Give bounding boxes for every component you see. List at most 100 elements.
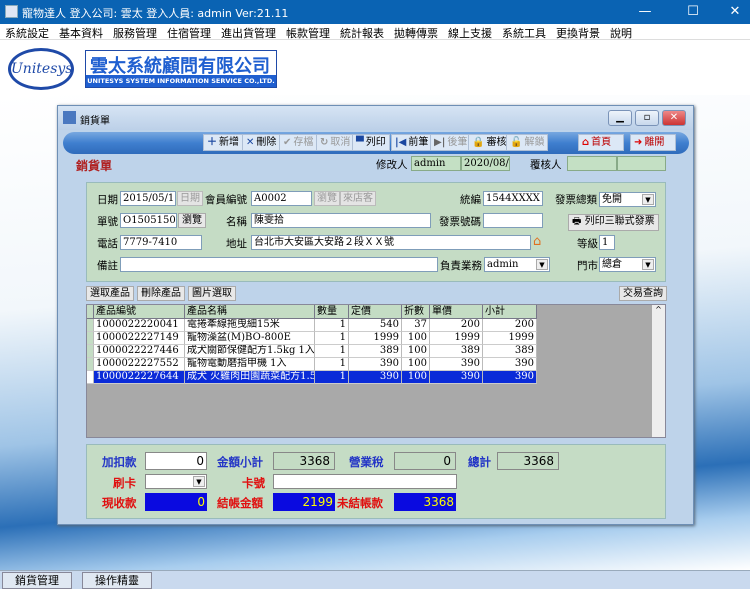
previous-button[interactable]: |◀ 前筆 — [391, 134, 433, 151]
maximize-button[interactable]: ☐ — [673, 2, 713, 22]
adjust-input[interactable]: 0 — [145, 452, 207, 470]
row-selector[interactable] — [87, 358, 94, 371]
menu-basic-data[interactable]: 基本資料 — [54, 24, 108, 41]
address-input[interactable]: 台北市大安區大安路２段ＸＸ號 — [251, 235, 531, 250]
unlock-icon: 🔓 — [510, 137, 523, 148]
menu-help[interactable]: 說明 — [605, 24, 637, 41]
company-name-en: UNITESYS SYSTEM INFORMATION SERVICE CO.,… — [86, 75, 276, 87]
note-input[interactable] — [120, 257, 438, 272]
invoice-no-label: 發票號碼 — [439, 216, 481, 228]
image-select-button[interactable]: 圖片選取 — [188, 286, 236, 301]
row-header-corner — [87, 305, 94, 319]
menu-background[interactable]: 更換背景 — [551, 24, 605, 41]
cell-quantity: 1 — [315, 345, 349, 358]
name-input[interactable]: 陳雯拾 — [251, 213, 431, 228]
tax-id-input[interactable]: 1544XXXX — [483, 191, 543, 206]
card-no-input[interactable] — [273, 474, 457, 489]
print-button[interactable]: ▀ 列印 — [352, 134, 390, 151]
column-header-product-code[interactable]: 產品編號 — [94, 305, 185, 319]
cell-line-total: 200 — [483, 319, 537, 332]
close-button[interactable]: ✕ — [715, 2, 750, 22]
home-address-icon[interactable]: ⌂ — [533, 234, 541, 249]
member-browse-button[interactable]: 瀏覽 — [314, 191, 340, 206]
cell-quantity: 1 — [315, 371, 349, 384]
save-button[interactable]: ✔ 存檔 — [279, 134, 318, 151]
home-button[interactable]: ⌂ 首頁 — [578, 134, 624, 151]
column-header-quantity[interactable]: 數量 — [315, 305, 349, 319]
window-minimize-button[interactable]: ▁ — [608, 110, 632, 126]
modifier-field: admin — [411, 156, 461, 171]
invoice-no-input[interactable] — [483, 213, 543, 228]
settled-field: 2199 — [273, 493, 335, 511]
delete-button[interactable]: ✕ 刪除 — [242, 134, 281, 151]
minimize-button[interactable]: — — [625, 2, 665, 22]
window-close-button[interactable]: ✕ — [662, 110, 686, 126]
member-input[interactable]: A0002 — [251, 191, 312, 206]
card-select[interactable]: ▼ — [145, 474, 207, 489]
column-header-list-price[interactable]: 定價 — [349, 305, 402, 319]
store-select[interactable]: 總倉 ▼ — [599, 257, 656, 272]
menu-system-settings[interactable]: 系統設定 — [0, 24, 54, 41]
level-input[interactable]: 1 — [599, 235, 615, 250]
unsettled-label: 未結帳款 — [337, 496, 383, 510]
exit-button[interactable]: ➜ 離開 — [630, 134, 676, 151]
app-icon — [5, 5, 18, 18]
received-input[interactable]: 0 — [145, 493, 207, 511]
order-no-input[interactable]: O150515001 — [120, 213, 177, 228]
sales-select[interactable]: admin ▼ — [484, 257, 550, 272]
column-header-unit-price[interactable]: 單價 — [430, 305, 483, 319]
column-header-discount[interactable]: 折數 — [402, 305, 430, 319]
adjust-label: 加扣款 — [102, 455, 137, 469]
menu-system-tools[interactable]: 系統工具 — [497, 24, 551, 41]
row-selector[interactable]: ▶ — [87, 371, 94, 384]
menu-vouchers[interactable]: 拋轉傳票 — [389, 24, 443, 41]
delete-product-button[interactable]: 刪除產品 — [137, 286, 185, 301]
row-selector[interactable] — [87, 332, 94, 345]
row-selector[interactable] — [87, 345, 94, 358]
cell-unit-price: 200 — [430, 319, 483, 332]
sales-label: 負責業務 — [440, 260, 482, 272]
date-picker-button[interactable]: 日期 — [177, 191, 203, 206]
audit-button[interactable]: 🔒 審核 — [468, 134, 511, 151]
menu-accounts[interactable]: 帳款管理 — [281, 24, 335, 41]
row-selector[interactable] — [87, 319, 94, 332]
sales-order-window: 銷貨單 ▁ ▫ ✕ ＋新增 ✕ 刪除 ✔ 存檔 ↻ 取消 ▀ 列印 |◀ 前筆 ▶| 後筆 … — [57, 105, 694, 525]
select-product-button[interactable]: 選取產品 — [86, 286, 134, 301]
column-header-line-total[interactable]: 小計 — [483, 305, 537, 319]
menu-lodging[interactable]: 住宿管理 — [162, 24, 216, 41]
walk-in-button[interactable]: 來店客 — [340, 191, 376, 206]
transaction-query-button[interactable]: 交易查詢 — [619, 286, 667, 301]
unlock-button[interactable]: 🔓 解鎖 — [506, 134, 549, 151]
menu-bar: 系統設定 基本資料 服務管理 住宿管理 進出貨管理 帳款管理 統計報表 拋轉傳票 線上支援 系統工… — [0, 24, 750, 40]
vertical-scrollbar[interactable]: ^ — [652, 305, 665, 437]
add-button[interactable]: ＋新增 — [203, 134, 243, 151]
cell-quantity: 1 — [315, 319, 349, 332]
print-triplicate-invoice-button[interactable]: 🖶 列印三聯式發票 — [568, 214, 659, 231]
cell-list-price: 390 — [349, 371, 402, 384]
card-label: 刷卡 — [113, 476, 136, 490]
menu-reports[interactable]: 統計報表 — [335, 24, 389, 41]
cell-unit-price: 390 — [430, 371, 483, 384]
cell-discount: 37 — [402, 319, 430, 332]
menu-online-support[interactable]: 線上支援 — [443, 24, 497, 41]
column-header-product-name[interactable]: 產品名稱 — [185, 305, 315, 319]
cell-product-name: 成犬關節保健配方1.5kg 1入 — [185, 345, 315, 358]
previous-icon: |◀ — [395, 137, 407, 148]
cell-list-price: 390 — [349, 358, 402, 371]
tab-sales-management[interactable]: 銷貨管理 — [2, 572, 72, 589]
toolbar: ＋新增 ✕ 刪除 ✔ 存檔 ↻ 取消 ▀ 列印 |◀ 前筆 ▶| 後筆 🔒 審核 🔓 解鎖 ⌂ 首… — [63, 132, 689, 154]
invoice-type-select[interactable]: 免開 ▼ — [599, 192, 656, 207]
date-input[interactable]: 2015/05/15 — [120, 191, 176, 206]
menu-inventory[interactable]: 進出貨管理 — [216, 24, 281, 41]
company-logo: Unitesys — [8, 48, 74, 90]
order-form: 日期 2015/05/15 日期 會員編號 A0002 瀏覽 來店客 統編 15… — [86, 182, 666, 282]
cancel-button[interactable]: ↻ 取消 — [316, 134, 355, 151]
window-maximize-button[interactable]: ▫ — [635, 110, 659, 126]
cell-unit-price: 390 — [430, 358, 483, 371]
menu-service[interactable]: 服務管理 — [108, 24, 162, 41]
next-button[interactable]: ▶| 後筆 — [430, 134, 472, 151]
order-browse-button[interactable]: 瀏覽 — [178, 213, 206, 228]
tab-operation-wizard[interactable]: 操作精靈 — [82, 572, 152, 589]
phone-input[interactable]: 7779-7410 — [120, 235, 202, 250]
settled-label: 結帳金額 — [217, 496, 263, 510]
